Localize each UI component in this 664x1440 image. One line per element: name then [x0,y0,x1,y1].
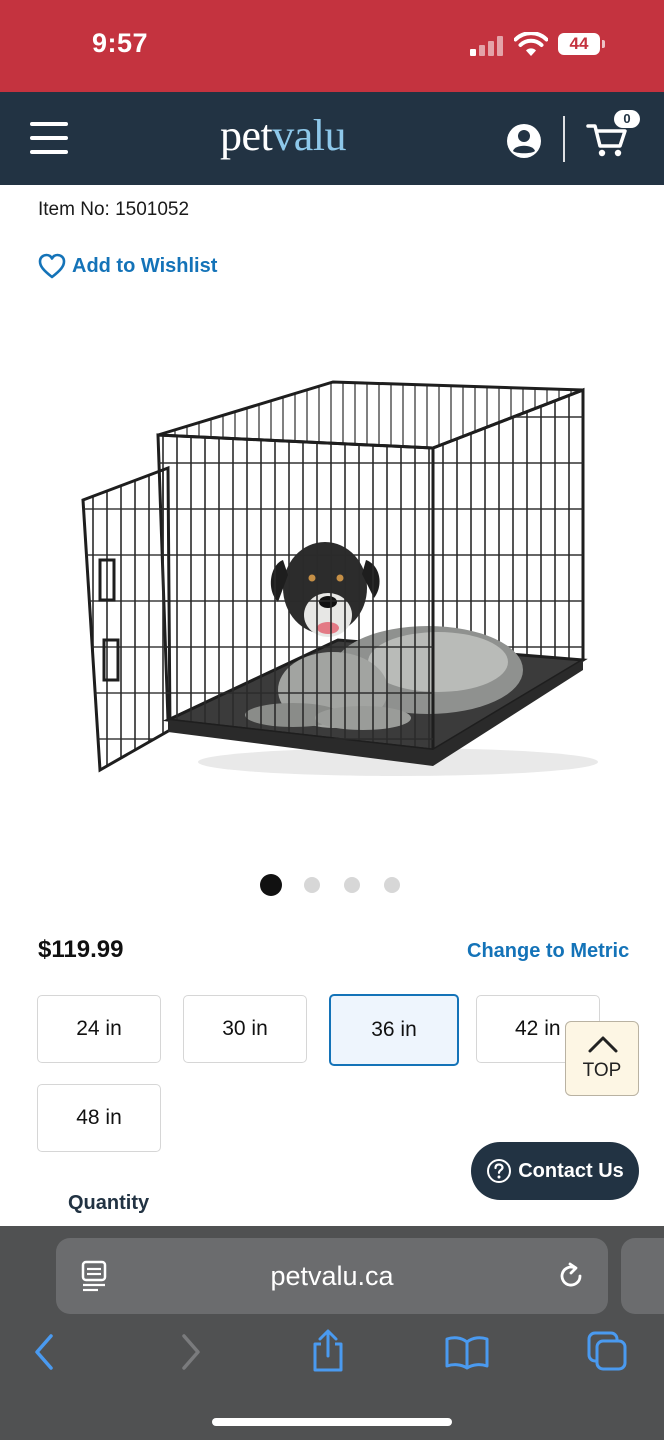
battery-indicator: 44 [558,33,600,55]
reload-icon[interactable] [556,1261,586,1291]
account-icon[interactable] [506,123,542,159]
image-carousel-dots [258,873,408,897]
next-tab-preview[interactable] [621,1238,664,1314]
tabs-icon[interactable] [586,1330,630,1372]
help-circle-icon [487,1159,512,1183]
cart-count-badge: 0 [614,110,640,128]
size-option-48in[interactable]: 48 in [37,1084,161,1152]
back-icon[interactable] [30,1332,60,1372]
contact-us-button[interactable]: Contact Us [471,1142,639,1200]
carousel-dot-2[interactable] [304,877,320,893]
logo-valu: valu [272,111,347,160]
reader-icon[interactable] [80,1260,108,1292]
header-divider [563,116,565,162]
logo-pet: pet [220,111,273,160]
carousel-dot-3[interactable] [344,877,360,893]
change-to-metric-link[interactable]: Change to Metric [467,940,629,963]
home-indicator [212,1418,452,1426]
url-text: petvalu.ca [270,1261,394,1291]
back-to-top-button[interactable]: TOP [565,1021,639,1096]
address-bar[interactable]: petvalu.ca [56,1238,608,1314]
carousel-dot-1[interactable] [260,874,282,896]
petvalu-logo[interactable]: petvalu [220,110,347,161]
size-option-36in[interactable]: 36 in [329,994,459,1066]
heart-icon [38,253,66,279]
size-option-30in[interactable]: 30 in [183,995,307,1063]
size-option-24in[interactable]: 24 in [37,995,161,1063]
battery-level: 44 [569,34,589,53]
wifi-icon [514,32,548,56]
quantity-label: Quantity [68,1192,150,1214]
forward-icon [182,1334,200,1370]
battery-cap [602,40,605,48]
signal-icon [470,34,506,56]
product-image[interactable] [78,370,598,790]
carousel-dot-4[interactable] [384,877,400,893]
contact-us-label: Contact Us [518,1159,624,1182]
chevron-up-icon [588,1036,618,1053]
top-label: TOP [582,1060,622,1081]
wishlist-label: Add to Wishlist [72,254,218,277]
status-time: 9:57 [92,28,149,58]
share-icon[interactable] [308,1328,348,1374]
menu-icon[interactable] [30,122,68,154]
item-number: Item No: 1501052 [38,199,190,220]
add-to-wishlist-button[interactable]: Add to Wishlist [38,253,217,279]
bookmarks-icon[interactable] [444,1334,490,1370]
product-price: $119.99 [38,936,124,963]
